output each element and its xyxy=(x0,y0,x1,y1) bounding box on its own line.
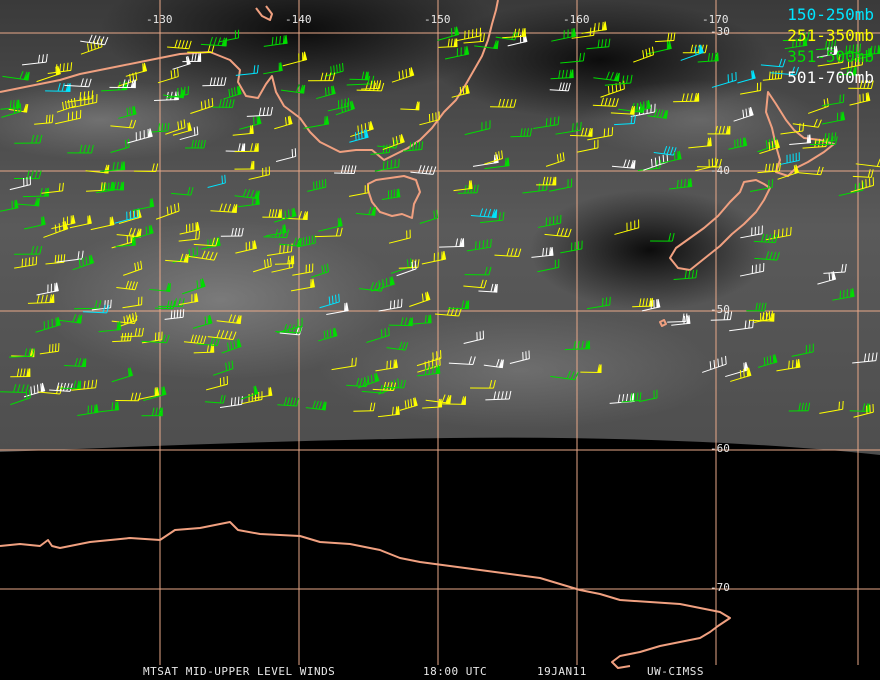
lat-label-70: -70 xyxy=(710,581,730,594)
lon-label-160: -160 xyxy=(563,13,590,26)
antarctica-coast xyxy=(0,521,731,669)
legend-entry-501-700: 501-700mb xyxy=(787,68,874,87)
valid-time: 18:00 UTC xyxy=(423,665,488,678)
legend-entry-150-250: 150-250mb xyxy=(787,5,874,24)
valid-date: 19JAN11 xyxy=(537,665,587,678)
footer-caption: MTSAT MID-UPPER LEVEL WINDS 18:00 UTC 19… xyxy=(0,665,880,679)
lon-label-150: -150 xyxy=(424,13,451,26)
map-canvas xyxy=(0,0,880,669)
lat-label-30: -30 xyxy=(710,25,730,38)
pressure-legend: 150-250mb 251-350mb 351-500mb 501-700mb xyxy=(787,4,874,88)
legend-entry-251-350: 251-350mb xyxy=(787,26,874,45)
lon-label-140: -140 xyxy=(285,13,312,26)
lat-label-50: -50 xyxy=(710,303,730,316)
data-source: UW-CIMSS xyxy=(647,665,704,678)
product-name: MTSAT MID-UPPER LEVEL WINDS xyxy=(143,665,336,678)
lat-label-40: -40 xyxy=(710,164,730,177)
legend-entry-351-500: 351-500mb xyxy=(787,47,874,66)
lat-label-60: -60 xyxy=(710,442,730,455)
lon-label-130: -130 xyxy=(146,13,173,26)
dry-region-3 xyxy=(530,190,770,310)
satellite-wind-map: -130 -140 -150 -160 -170 -30 -40 -50 -60… xyxy=(0,0,880,680)
